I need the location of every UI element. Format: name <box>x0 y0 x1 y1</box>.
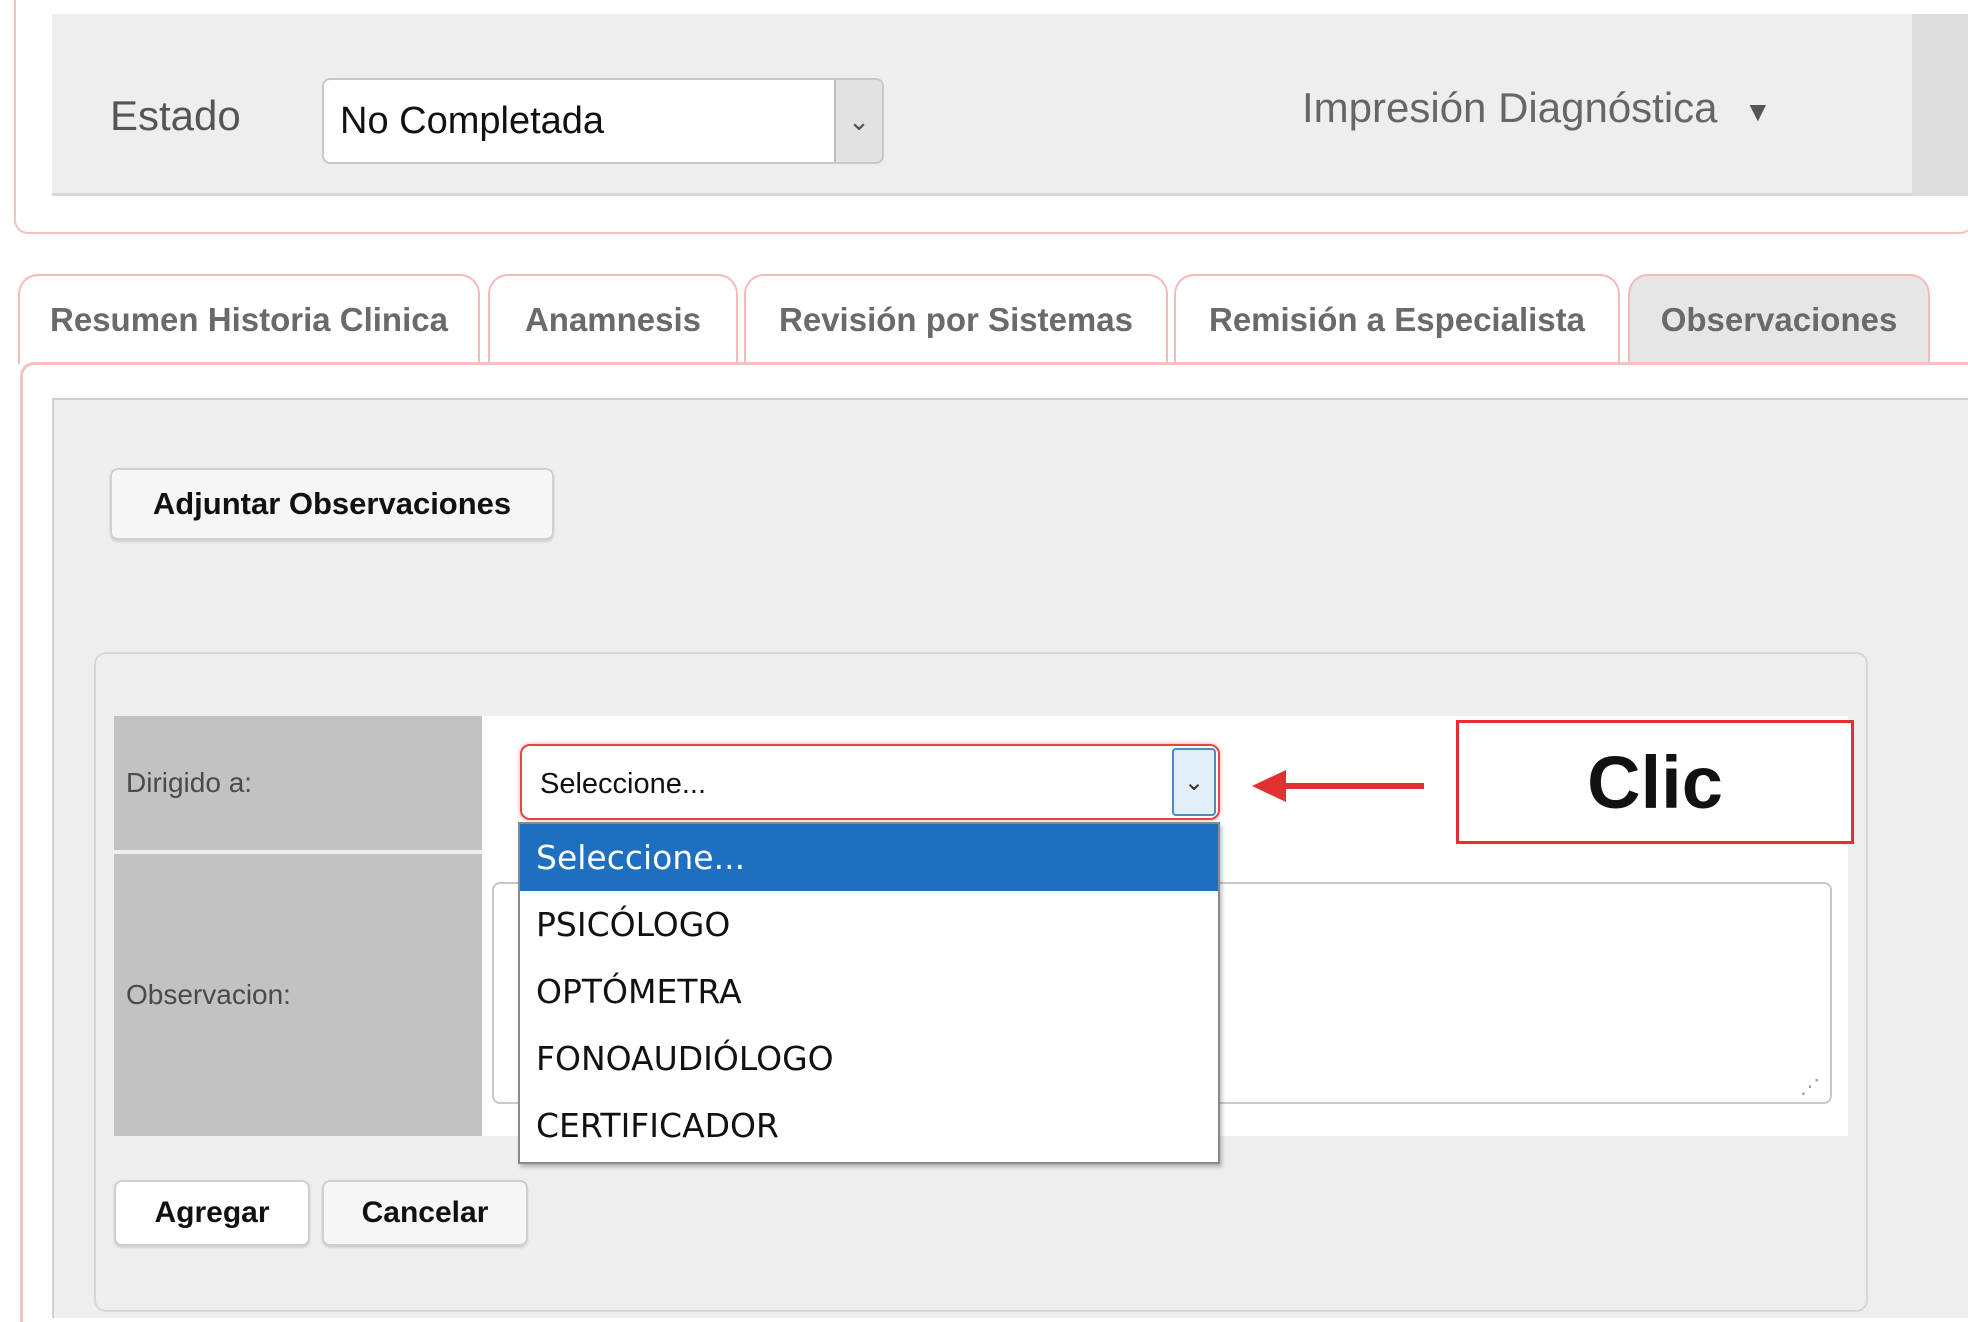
dropdown-option-fonoaudiologo[interactable]: FONOAUDIÓLOGO <box>520 1025 1218 1092</box>
annotation-arrow-line <box>1284 783 1424 789</box>
dropdown-option-psicologo[interactable]: PSICÓLOGO <box>520 891 1218 958</box>
chevron-down-icon[interactable]: ⌄ <box>1172 748 1216 816</box>
adjuntar-observaciones-button[interactable]: Adjuntar Observaciones <box>110 468 554 540</box>
tab-anamnesis[interactable]: Anamnesis <box>488 274 738 364</box>
dirigido-a-dropdown-list: Seleccione... PSICÓLOGO OPTÓMETRA FONOAU… <box>518 822 1220 1164</box>
clic-callout: Clic <box>1456 720 1854 844</box>
estado-label: Estado <box>110 92 241 139</box>
dropdown-option-certificador[interactable]: CERTIFICADOR <box>520 1092 1218 1159</box>
dropdown-option-seleccione[interactable]: Seleccione... <box>520 824 1218 891</box>
dirigido-a-select-value: Seleccione... <box>540 768 707 800</box>
dirigido-a-label: Dirigido a: <box>114 716 482 850</box>
impresion-diagnostica-toggle[interactable]: Impresión Diagnóstica <box>1302 84 1718 132</box>
tab-remision-a-especialista[interactable]: Remisión a Especialista <box>1174 274 1620 364</box>
arrow-left-icon <box>1252 770 1286 802</box>
observacion-label: Observacion: <box>114 854 482 1136</box>
tab-revision-por-sistemas[interactable]: Revisión por Sistemas <box>744 274 1168 364</box>
chevron-down-icon[interactable]: ⌄ <box>834 80 882 162</box>
agregar-button[interactable]: Agregar <box>114 1180 310 1246</box>
resize-grip-icon[interactable]: ⋰ <box>1800 1074 1820 1099</box>
caret-down-icon[interactable]: ▼ <box>1744 96 1772 128</box>
estado-select-value: No Completada <box>340 100 605 142</box>
tab-observaciones[interactable]: Observaciones <box>1628 274 1930 364</box>
tab-resumen-historia-clinica[interactable]: Resumen Historia Clinica <box>18 274 480 364</box>
dropdown-option-optometra[interactable]: OPTÓMETRA <box>520 958 1218 1025</box>
panel-edge <box>1912 14 1968 196</box>
cancelar-button[interactable]: Cancelar <box>322 1180 528 1246</box>
